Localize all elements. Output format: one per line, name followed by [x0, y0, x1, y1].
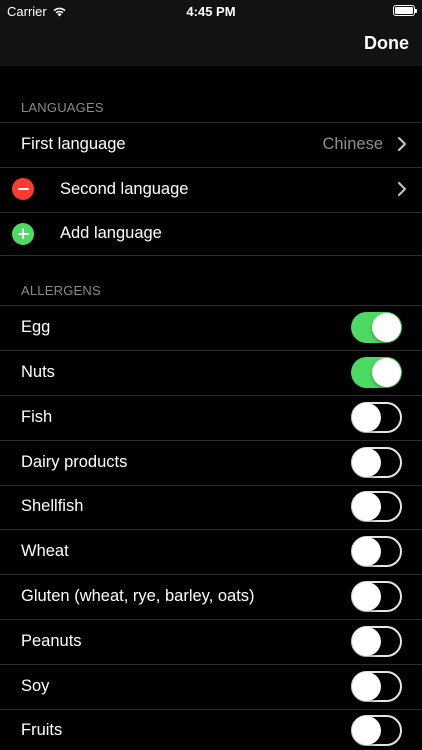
allergen-label: Fish: [21, 407, 53, 426]
wheat-toggle[interactable]: [351, 536, 402, 568]
add-language-label: Add language: [60, 224, 162, 243]
add-language-button[interactable]: [12, 222, 34, 245]
allergen-label: Gluten (wheat, rye, barley, oats): [21, 587, 255, 606]
toggle-knob: [352, 671, 381, 701]
fish-toggle[interactable]: [351, 401, 402, 433]
dairy-toggle[interactable]: [351, 446, 402, 478]
allergens-section-header: ALLERGENS: [21, 283, 101, 299]
chevron-right-icon: [398, 182, 406, 197]
allergen-label: Fruits: [21, 721, 63, 740]
allergen-label: Peanuts: [21, 631, 82, 650]
soy-toggle[interactable]: [351, 670, 402, 702]
allergen-row-fruits: Fruits: [0, 708, 422, 750]
fruits-toggle[interactable]: [351, 715, 402, 747]
battery-fill: [395, 7, 413, 14]
settings-screen: Carrier 4:45 PM Done LANGUAGES First lan…: [0, 0, 422, 750]
shellfish-toggle[interactable]: [351, 491, 402, 523]
toggle-knob: [372, 358, 401, 388]
allergen-row-peanuts: Peanuts: [0, 618, 422, 664]
status-time: 4:45 PM: [186, 4, 236, 19]
toggle-knob: [352, 402, 381, 432]
nuts-toggle[interactable]: [351, 357, 402, 389]
add-language-row[interactable]: Add language: [0, 211, 422, 257]
allergen-row-egg: Egg: [0, 305, 422, 350]
peanuts-toggle[interactable]: [351, 625, 402, 657]
toggle-knob: [352, 537, 381, 567]
second-language-label: Second language: [60, 179, 189, 198]
toggle-knob: [352, 626, 381, 656]
nav-bar: Done: [0, 22, 422, 66]
gluten-toggle[interactable]: [351, 581, 402, 613]
minus-icon: [17, 188, 29, 191]
battery-icon: [393, 5, 417, 16]
allergen-label: Dairy products: [21, 452, 128, 471]
chevron-right-icon: [398, 137, 406, 152]
plus-icon-v: [22, 228, 24, 240]
allergen-row-soy: Soy: [0, 663, 422, 709]
allergen-row-fish: Fish: [0, 394, 422, 440]
allergen-label: Egg: [21, 318, 51, 337]
allergen-label: Soy: [21, 676, 50, 695]
allergen-label: Shellfish: [21, 497, 84, 516]
settings-list: LANGUAGES First language Chinese Second …: [0, 66, 422, 750]
second-language-row[interactable]: Second language: [0, 166, 422, 212]
allergen-row-nuts: Nuts: [0, 350, 422, 395]
languages-section-header: LANGUAGES: [21, 100, 104, 115]
first-language-value: Chinese: [322, 134, 383, 153]
allergen-label: Nuts: [21, 363, 55, 382]
allergen-row-wheat: Wheat: [0, 529, 422, 574]
toggle-knob: [352, 447, 381, 477]
allergen-row-gluten: Gluten (wheat, rye, barley, oats): [0, 574, 422, 619]
first-language-row[interactable]: First language Chinese: [0, 122, 422, 167]
toggle-knob: [352, 582, 381, 612]
allergen-row-dairy: Dairy products: [0, 439, 422, 485]
status-bar: Carrier 4:45 PM: [0, 0, 422, 22]
done-button[interactable]: Done: [364, 33, 409, 54]
allergen-row-shellfish: Shellfish: [0, 484, 422, 530]
egg-toggle[interactable]: [351, 312, 402, 344]
allergen-label: Wheat: [21, 542, 69, 561]
toggle-knob: [372, 313, 401, 343]
first-language-label: First language: [21, 134, 126, 153]
allergen-list: Egg Nuts Fish Dairy products Shellfish W…: [0, 305, 422, 750]
remove-language-button[interactable]: [12, 178, 34, 201]
toggle-knob: [352, 716, 381, 746]
toggle-knob: [352, 492, 381, 522]
